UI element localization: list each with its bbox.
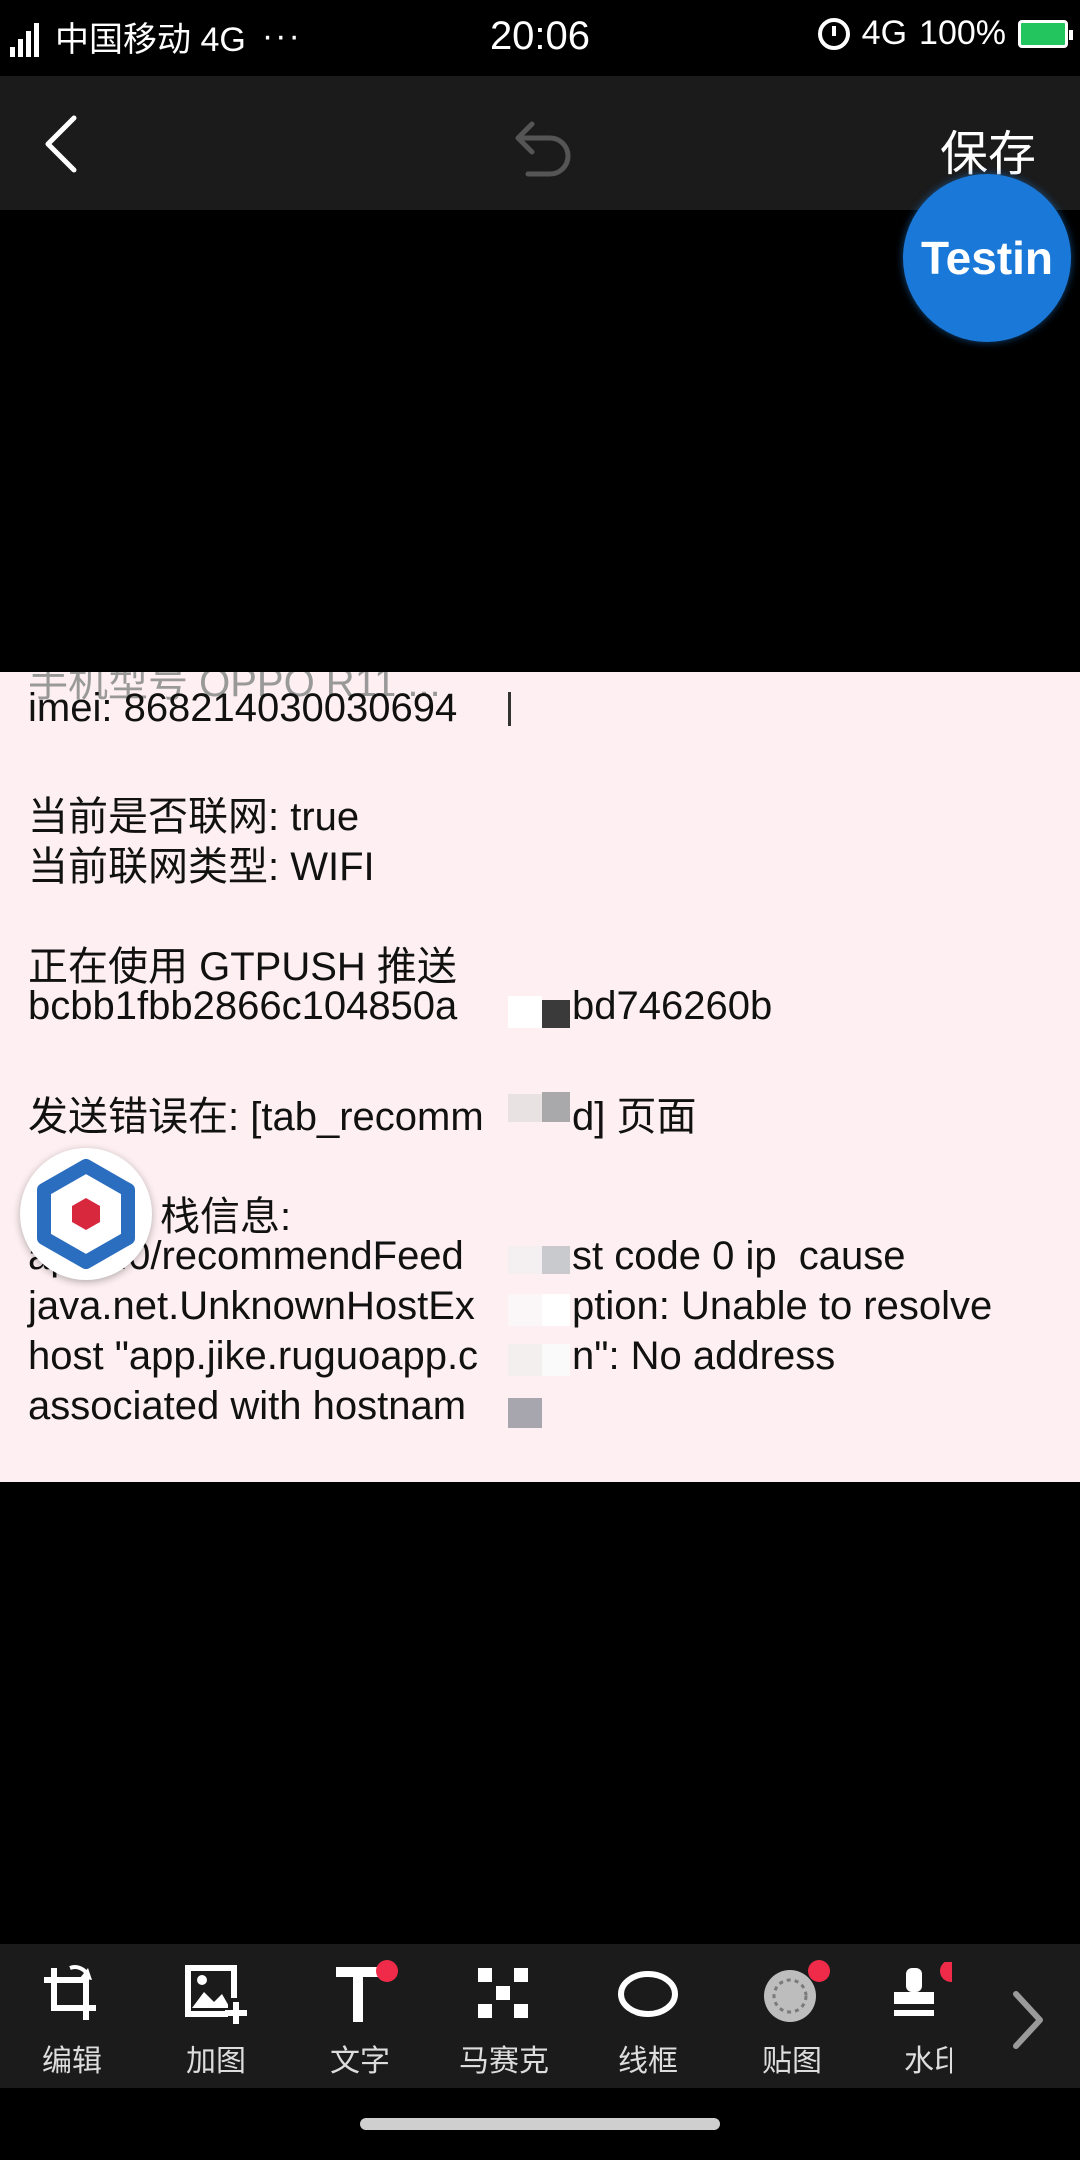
undo-icon [515,121,571,177]
mosaic-block [542,1344,570,1376]
tool-sticker[interactable]: 贴图 [732,1960,852,2080]
network-type-line: 当前联网类型: WIFI [28,845,375,889]
error-page-line-part1: 发送错误在: [tab_recomm [28,1095,484,1139]
tool-label: 水印 [904,2045,952,2078]
mosaic-block [508,1246,542,1274]
token-line-part1: bcbb1fbb2866c104850a [28,984,458,1028]
alarm-icon [817,17,850,50]
stack-line-2b: ption: Unable to resolve [572,1284,993,1328]
mosaic-block [542,1294,570,1326]
undo-button[interactable] [500,108,580,188]
tool-text[interactable]: 文字 [300,1960,420,2080]
tool-label: 马赛克 [459,2045,549,2078]
editor-tool-bar: 编辑 加图 文字 马赛克 线框 贴图 水印 [0,1944,1080,2088]
mosaic-icon [472,1962,536,2026]
tool-edit[interactable]: 编辑 [12,1962,132,2080]
hexagon-logo-icon [37,1159,135,1269]
mosaic-block [508,1094,542,1122]
crop-rotate-icon [40,1962,104,2026]
stack-line-3a: host "app.jike.ruguoapp.c [28,1334,479,1378]
mosaic-block [508,1294,542,1326]
home-indicator[interactable] [360,2118,720,2130]
tool-label: 线框 [618,2045,678,2078]
chevron-left-icon [45,115,77,173]
mosaic-block [542,1092,570,1122]
tool-add-image[interactable]: 加图 [156,1962,276,2080]
battery-percent: 100% [919,14,1006,52]
error-page-line-part2: d] 页面 [572,1095,697,1139]
new-badge-dot [808,1960,830,1982]
back-button[interactable] [30,104,100,184]
stack-line-2a: java.net.UnknownHostEx [28,1284,475,1328]
mosaic-block [542,1000,570,1028]
tool-label: 文字 [330,2045,390,2078]
stack-line-1b: st code 0 ip cause [572,1234,906,1278]
scroll-tools-button[interactable] [996,1980,1056,2060]
chevron-right-icon [1013,1991,1043,2049]
mosaic-block [508,1398,542,1428]
watermark-stamp-icon [882,1962,952,2026]
text-icon [328,1960,398,2026]
ellipse-frame-icon [616,1962,680,2026]
text-cursor [508,692,511,726]
edited-image-canvas[interactable]: 手机型号 OPPO R11 ... imei: 868214030030694 … [0,672,1080,1482]
sticker-icon [760,1960,830,2026]
tool-label: 贴图 [762,2045,822,2078]
testin-floating-button[interactable]: Testin [903,174,1071,342]
tool-label: 加图 [186,2045,246,2078]
tool-label: 编辑 [42,2045,102,2078]
mosaic-block [542,1246,570,1274]
tool-watermark[interactable]: 水印 [876,1962,952,2080]
mosaic-block [508,996,542,1028]
battery-icon [1018,19,1073,48]
assistant-floating-button[interactable] [20,1148,152,1280]
stack-line-3b: n": No address [572,1334,836,1378]
token-line-part2: bd746260b [572,984,773,1028]
status-right: 4G 100% [817,14,1073,53]
editor-top-bar: 保存 [0,76,1080,210]
add-image-icon [184,1962,248,2026]
stack-line-4: associated with hostnam [28,1384,467,1428]
tool-mosaic[interactable]: 马赛克 [444,1962,564,2080]
status-bar: 中国移动 4G ··· 20:06 4G 100% [0,0,1080,76]
new-badge-dot [376,1960,398,1982]
mosaic-block [508,1344,542,1376]
imei-line: imei: 868214030030694 [28,686,458,730]
tool-frame[interactable]: 线框 [588,1962,708,2080]
network-type: 4G [861,14,908,52]
